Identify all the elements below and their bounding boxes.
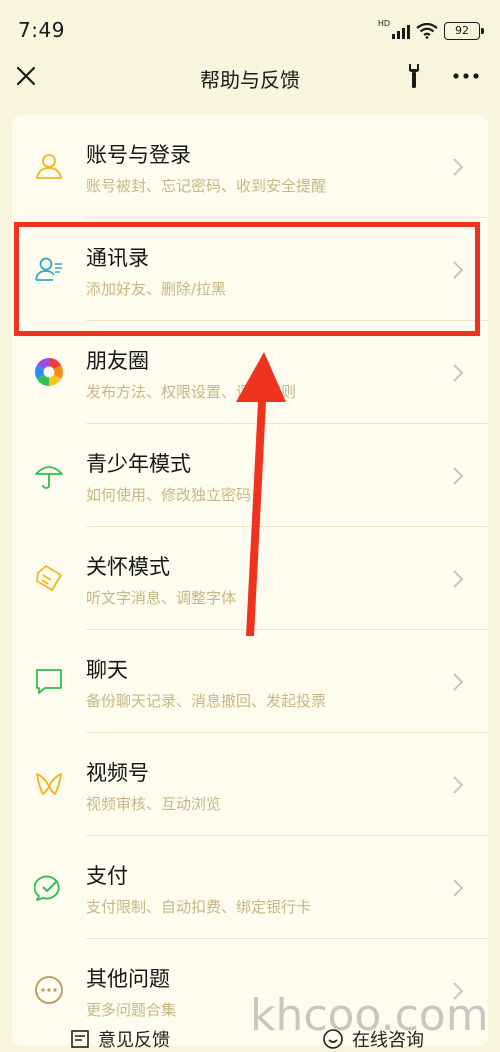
menu-item-title: 视频号 [86,761,149,785]
hd-indicator: HD [377,19,390,28]
chevron-right-icon [453,570,464,588]
chevron-right-icon [453,776,464,794]
umbrella-icon [35,466,63,489]
watermark: khcoo.com [250,990,489,1041]
battery-level: 92 [455,24,469,37]
highlight-box [14,222,480,336]
menu-item-subtitle: 更多问题合集 [86,1001,177,1019]
menu-item-subtitle: 发布方法、权限设置、评论规则 [86,383,297,401]
wifi-icon [416,23,438,39]
menu-item-subtitle: 视频审核、互动浏览 [86,795,222,813]
menu-item-title: 支付 [86,864,128,888]
nav-bar: 帮助与反馈 [0,56,500,100]
menu-item-subtitle: 账号被封、忘记密码、收到安全提醒 [86,177,327,195]
status-bar: 7:49 HD 92 [0,0,500,56]
menu-item-channels[interactable]: 视频号 视频审核、互动浏览 [12,733,488,836]
menu-item-subtitle: 备份聊天记录、消息撤回、发起投票 [86,692,327,710]
chevron-right-icon [453,467,464,485]
moments-icon [35,358,63,386]
chevron-right-icon [453,158,464,176]
chevron-right-icon [453,879,464,897]
menu-item-title: 其他问题 [86,967,170,991]
menu-item-title: 账号与登录 [86,143,191,167]
status-icons: HD 92 [377,19,484,42]
menu-item-title: 聊天 [86,658,128,682]
menu-item-payment[interactable]: 支付 支付限制、自动扣费、绑定银行卡 [12,836,488,939]
chat-icon [36,669,62,694]
channels-icon [36,773,62,795]
menu-item-subtitle: 支付限制、自动扣费、绑定银行卡 [86,898,312,916]
feedback-button[interactable]: 意见反馈 [70,1026,170,1052]
user-icon [36,154,62,179]
chevron-right-icon [453,673,464,691]
signal-icon [392,23,410,39]
status-time: 7:49 [18,18,65,42]
care-icon [36,565,62,591]
menu-item-account[interactable]: 账号与登录 账号被封、忘记密码、收到安全提醒 [12,115,488,218]
payment-icon [34,875,60,901]
feedback-icon [71,1030,89,1048]
wrench-icon[interactable] [402,62,426,90]
menu-item-subtitle: 如何使用、修改独立密码 [86,486,252,504]
menu-item-title: 关怀模式 [86,555,170,579]
more-questions-icon [35,976,63,1004]
feedback-label: 意见反馈 [98,1030,170,1051]
menu-item-subtitle: 听文字消息、调整字体 [86,589,237,607]
menu-item-moments[interactable]: 朋友圈 发布方法、权限设置、评论规则 [12,321,488,424]
menu-item-chat[interactable]: 聊天 备份聊天记录、消息撤回、发起投票 [12,630,488,733]
more-icon[interactable] [452,68,480,84]
menu-item-care-mode[interactable]: 关怀模式 听文字消息、调整字体 [12,527,488,630]
menu-item-title: 朋友圈 [86,349,149,373]
menu-item-teen-mode[interactable]: 青少年模式 如何使用、修改独立密码 [12,424,488,527]
battery-icon: 92 [444,22,484,40]
menu-item-title: 青少年模式 [86,452,191,476]
chevron-right-icon [453,364,464,382]
